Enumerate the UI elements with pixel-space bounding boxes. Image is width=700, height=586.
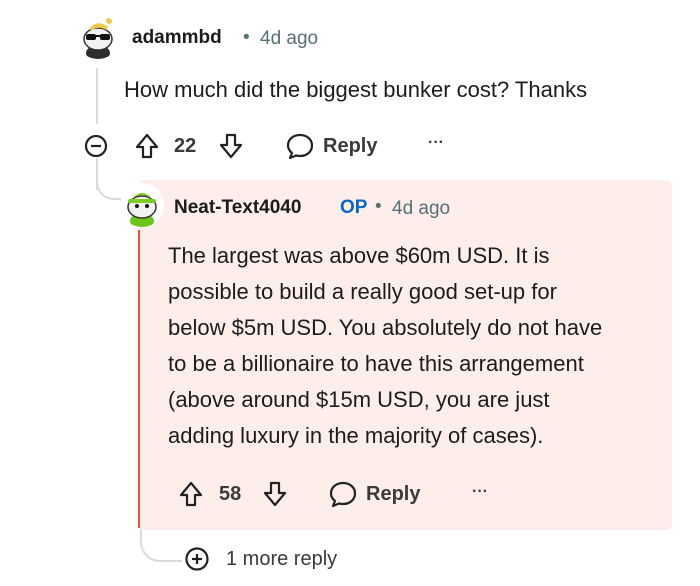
reply-body: The largest was above $60m USD. It is po… [168, 238, 668, 454]
comment-bubble-icon [328, 480, 358, 508]
collapse-icon[interactable] [84, 134, 108, 158]
upvote-icon[interactable] [178, 480, 204, 508]
reply-body-line: possible to build a really good set-up f… [168, 279, 557, 304]
reply-time[interactable]: 4d ago [392, 198, 450, 220]
comment-bubble-icon [285, 132, 315, 160]
upvote-icon[interactable] [134, 132, 160, 160]
comment-username[interactable]: adammbd [132, 27, 222, 49]
comment-reply-label: Reply [323, 134, 378, 157]
reply-body-line: The largest was above $60m USD. It is [168, 243, 550, 268]
reply-avatar[interactable] [120, 183, 164, 227]
comment-time[interactable]: 4d ago [260, 28, 318, 50]
comment-more-button[interactable]: ··· [428, 134, 444, 152]
expand-plus-icon [184, 546, 210, 572]
comment-body: How much did the biggest bunker cost? Th… [124, 77, 588, 102]
comment-vote-count: 22 [174, 135, 197, 157]
avatar[interactable] [76, 15, 120, 59]
reply-more-button[interactable]: ··· [472, 483, 488, 501]
reply-username[interactable]: Neat-Text4040 [174, 197, 301, 219]
reply-vote-count: 58 [219, 483, 242, 505]
reply-body-line: to be a billionaire to have this arrange… [168, 351, 584, 376]
thread-line-main [96, 68, 98, 124]
reply-reply-button[interactable]: Reply [328, 480, 420, 508]
reply-accent-bar [138, 230, 140, 528]
reply-separator: • [375, 196, 382, 217]
reply-body-line: (above around $15m USD, you are just [168, 387, 550, 412]
reply-reply-label: Reply [366, 482, 421, 505]
thread-curve-reply [96, 160, 124, 200]
reply-body-line: below $5m USD. You absolutely do not hav… [168, 315, 603, 340]
more-replies-label: 1 more reply [226, 547, 338, 570]
comment-reply-button[interactable]: Reply [285, 132, 377, 160]
op-badge: OP [340, 197, 368, 218]
more-replies-button[interactable]: 1 more reply [184, 546, 337, 572]
comment-separator: • [243, 27, 250, 48]
reply-body-line: adding luxury in the majority of cases). [168, 423, 544, 448]
downvote-icon[interactable] [262, 480, 288, 508]
downvote-icon[interactable] [218, 132, 244, 160]
